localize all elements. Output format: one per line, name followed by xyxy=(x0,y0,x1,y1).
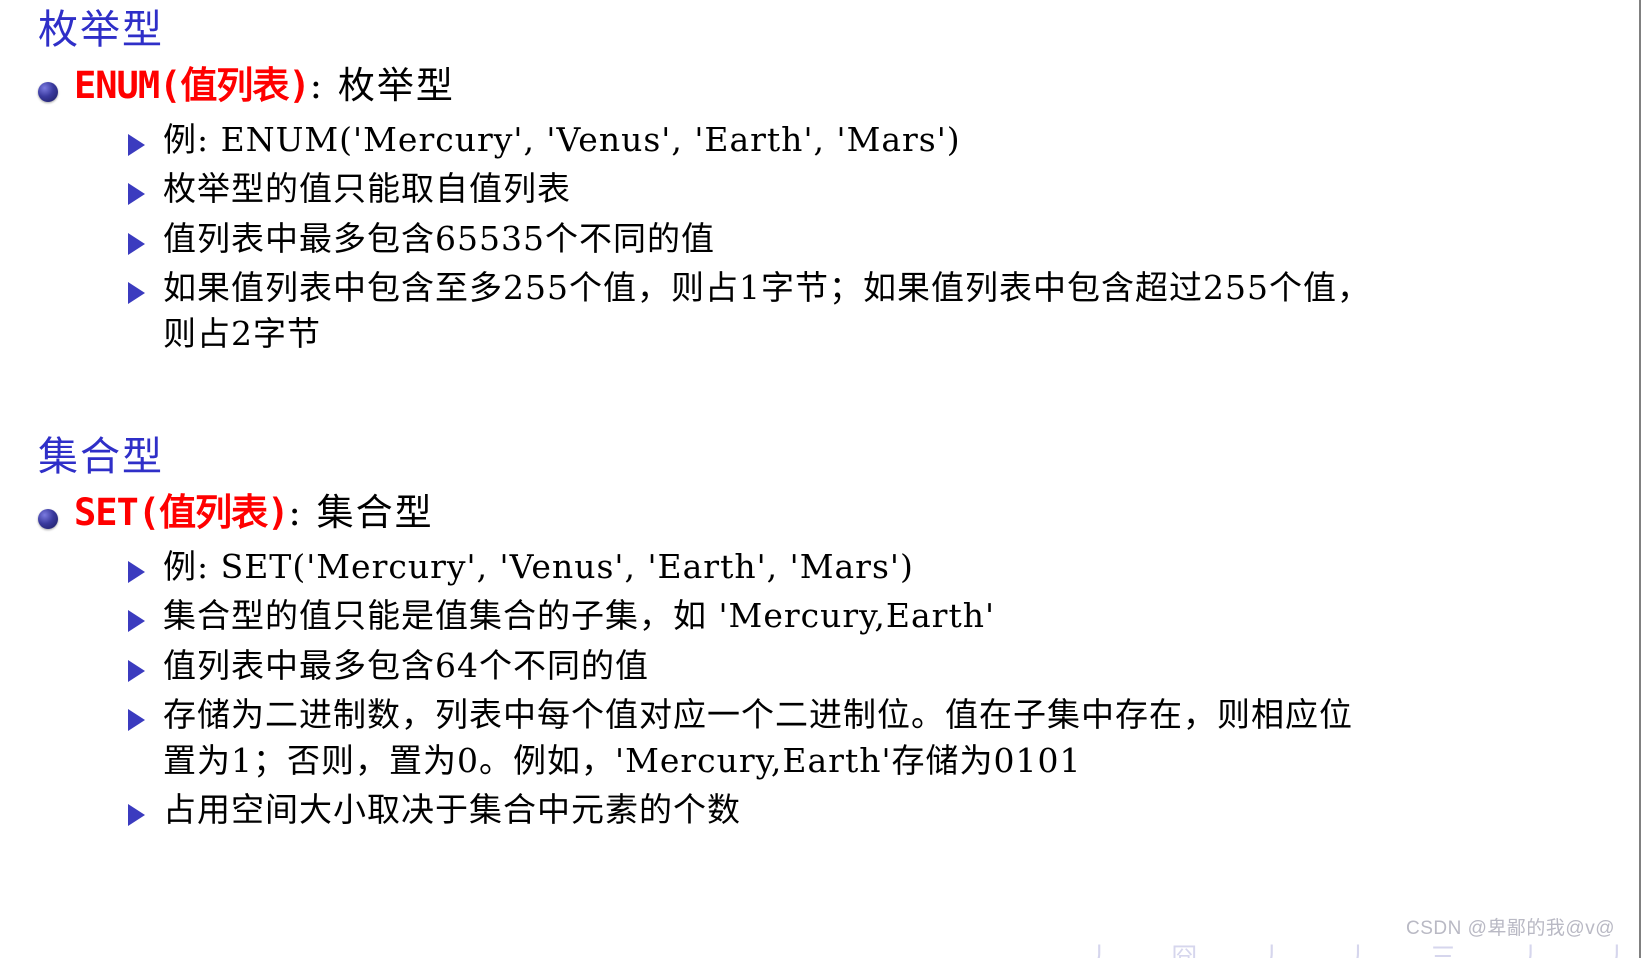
list-item: 值列表中最多包含65535个不同的值 xyxy=(128,216,1378,262)
list-item: 存储为二进制数，列表中每个值对应一个二进制位。值在子集中存在，则相应位置为1；否… xyxy=(128,692,1378,783)
footer-ghost-strip: 丿 冏 丿 丿 三 丿 丿 三 丿 三 〇 〇 〇 xyxy=(1085,943,1639,958)
topic-row-enum: ENUM(值列表): 枚举型 xyxy=(38,64,1378,107)
section-enum: 枚举型 ENUM(值列表): 枚举型 例: ENUM('Mercury', 'V… xyxy=(38,10,1378,360)
list-item: 值列表中最多包含64个不同的值 xyxy=(128,643,1378,689)
slide-canvas: 枚举型 ENUM(值列表): 枚举型 例: ENUM('Mercury', 'V… xyxy=(0,0,1641,958)
point-text: 值列表中最多包含65535个不同的值 xyxy=(163,218,715,258)
section-set: 集合型 SET(值列表): 集合型 例: SET('Mercury', 'Ven… xyxy=(38,437,1378,837)
triangle-bullet-icon xyxy=(128,610,145,633)
triangle-bullet-icon xyxy=(128,709,145,732)
triangle-bullet-icon xyxy=(128,232,145,255)
csdn-watermark: CSDN @卑鄙的我@v@ xyxy=(1406,918,1615,939)
sphere-bullet-icon xyxy=(38,509,58,529)
topic-separator-enum: : xyxy=(309,64,338,107)
topic-keyword-enum: ENUM(值列表) xyxy=(74,64,311,107)
point-text: 例: SET('Mercury', 'Venus', 'Earth', 'Mar… xyxy=(163,546,914,586)
topic-keyword-set: SET(值列表) xyxy=(74,491,289,534)
list-item: 占用空间大小取决于集合中元素的个数 xyxy=(128,787,1378,833)
list-item: 例: ENUM('Mercury', 'Venus', 'Earth', 'Ma… xyxy=(128,117,1378,163)
list-item: 例: SET('Mercury', 'Venus', 'Earth', 'Mar… xyxy=(128,544,1378,590)
list-item: 枚举型的值只能取自值列表 xyxy=(128,166,1378,212)
point-text: 集合型的值只能是值集合的子集，如 'Mercury,Earth' xyxy=(163,596,996,636)
topic-text-enum: ENUM(值列表): 枚举型 xyxy=(74,64,455,107)
point-text: 存储为二进制数，列表中每个值对应一个二进制位。值在子集中存在，则相应位置为1；否… xyxy=(163,695,1353,780)
triangle-bullet-icon xyxy=(128,183,145,206)
triangle-bullet-icon xyxy=(128,659,145,682)
point-text: 如果值列表中包含至多255个值，则占1字节；如果值列表中包含超过255个值，则占… xyxy=(163,268,1371,353)
topic-row-set: SET(值列表): 集合型 xyxy=(38,491,1378,534)
point-text: 占用空间大小取决于集合中元素的个数 xyxy=(163,790,741,830)
triangle-bullet-icon xyxy=(128,133,145,156)
topic-label-enum: 枚举型 xyxy=(337,64,455,107)
section-heading-enum: 枚举型 xyxy=(38,7,164,53)
list-item: 如果值列表中包含至多255个值，则占1字节；如果值列表中包含超过255个值，则占… xyxy=(128,265,1378,356)
triangle-bullet-icon xyxy=(128,282,145,305)
points-list-set: 例: SET('Mercury', 'Venus', 'Earth', 'Mar… xyxy=(128,544,1378,833)
points-list-enum: 例: ENUM('Mercury', 'Venus', 'Earth', 'Ma… xyxy=(128,117,1378,357)
topic-label-set: 集合型 xyxy=(316,491,434,534)
list-item: 集合型的值只能是值集合的子集，如 'Mercury,Earth' xyxy=(128,593,1378,639)
sphere-bullet-icon xyxy=(38,82,58,102)
topic-text-set: SET(值列表): 集合型 xyxy=(74,491,434,534)
point-text: 值列表中最多包含64个不同的值 xyxy=(163,645,649,685)
triangle-bullet-icon xyxy=(128,560,145,583)
triangle-bullet-icon xyxy=(128,804,145,827)
point-text: 例: ENUM('Mercury', 'Venus', 'Earth', 'Ma… xyxy=(163,119,961,159)
section-heading-set: 集合型 xyxy=(38,434,164,480)
point-text: 枚举型的值只能取自值列表 xyxy=(163,169,571,209)
topic-separator-set: : xyxy=(288,491,317,534)
